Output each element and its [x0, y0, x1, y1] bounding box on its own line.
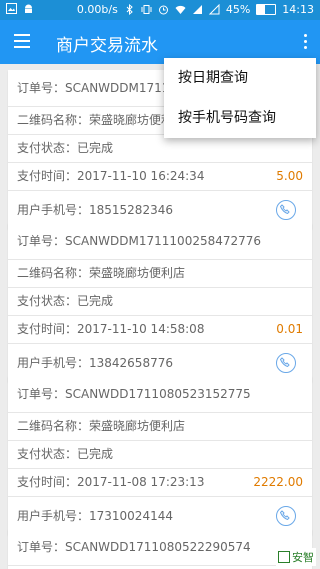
order-number: 订单号：SCANWDDM1711100258472776 — [8, 223, 312, 260]
status-bar: 0.00b/s 45% 14:13 — [0, 0, 320, 20]
payment-time: 支付时间：2017-11-10 16:24:34 — [17, 169, 205, 183]
transaction-card[interactable]: 订单号：SCANWDD1711080522290574 — [8, 529, 312, 569]
transaction-card[interactable]: 订单号：SCANWDD1711080523152775 二维码名称：荣盛晓廊坊便… — [8, 376, 312, 535]
user-phone: 用户手机号：13842658776 — [17, 356, 173, 370]
payment-time-row: 支付时间：2017-11-08 17:23:13 2222.00 — [8, 469, 312, 497]
menu-item-query-by-phone[interactable]: 按手机号码查询 — [164, 98, 316, 138]
amount: 2222.00 — [253, 475, 303, 489]
order-number: 订单号：SCANWDD1711080523152775 — [8, 376, 312, 413]
wifi-icon — [175, 4, 186, 15]
vibrate-icon — [141, 4, 152, 15]
payment-status: 支付状态：已完成 — [8, 441, 312, 469]
transaction-card[interactable]: 订单号：SCANWDDM1711100258472776 二维码名称：荣盛晓廊坊… — [8, 223, 312, 382]
qr-code-name: 二维码名称：荣盛晓廊坊便利店 — [8, 260, 312, 288]
amount: 0.01 — [276, 322, 303, 336]
qr-code-name: 二维码名称：荣盛晓廊坊便利店 — [8, 413, 312, 441]
menu-item-query-by-date[interactable]: 按日期查询 — [164, 58, 316, 98]
alarm-icon — [158, 4, 169, 15]
page-title: 商户交易流水 — [56, 36, 158, 56]
watermark-logo: 安智 — [276, 548, 316, 566]
phone-call-icon[interactable] — [276, 506, 296, 526]
signal-icon-2 — [208, 3, 220, 15]
more-options-icon[interactable] — [302, 34, 308, 50]
payment-time-row: 支付时间：2017-11-10 16:24:34 5.00 — [8, 163, 312, 191]
user-phone: 用户手机号：18515282346 — [17, 203, 173, 217]
bluetooth-icon — [124, 3, 135, 16]
amount: 5.00 — [276, 169, 303, 183]
user-phone: 用户手机号：17310024144 — [17, 509, 173, 523]
image-notification-icon — [6, 3, 17, 14]
signal-icon — [192, 4, 203, 15]
android-notification-icon — [23, 3, 34, 14]
network-speed: 0.00b/s — [76, 3, 118, 16]
payment-time-row: 支付时间：2017-11-10 14:58:08 0.01 — [8, 316, 312, 344]
payment-time: 支付时间：2017-11-10 14:58:08 — [17, 322, 205, 336]
clock: 14:13 — [282, 3, 314, 16]
watermark-text: 安智 — [292, 551, 314, 564]
battery-icon — [256, 4, 277, 15]
payment-time: 支付时间：2017-11-08 17:23:13 — [17, 475, 205, 489]
payment-status: 支付状态：已完成 — [8, 135, 312, 163]
battery-percent: 45% — [225, 3, 251, 16]
hamburger-menu-icon[interactable] — [14, 34, 30, 48]
phone-call-icon[interactable] — [276, 200, 296, 220]
payment-status: 支付状态：已完成 — [8, 288, 312, 316]
order-number: 订单号：SCANWDD1711080522290574 — [8, 529, 312, 566]
query-options-menu: 按日期查询 按手机号码查询 — [164, 58, 316, 138]
watermark-icon — [278, 551, 290, 563]
phone-call-icon[interactable] — [276, 353, 296, 373]
